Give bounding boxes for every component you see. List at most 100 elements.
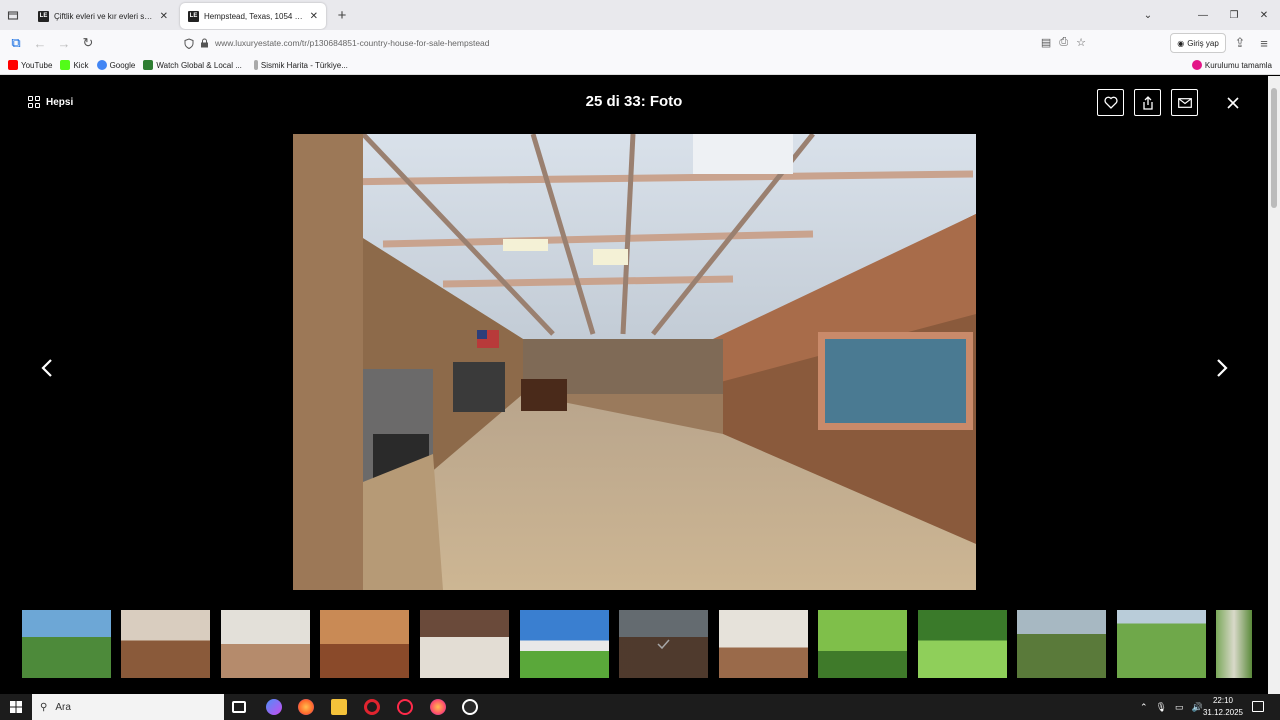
close-tab-icon[interactable]: ✕: [160, 11, 168, 22]
youtube-icon: [8, 60, 18, 70]
bookmark-watch-global[interactable]: Watch Global & Local ...: [143, 60, 242, 70]
opera-icon[interactable]: [364, 699, 380, 715]
bookmark-complete-setup[interactable]: Kurulumu tamamla: [1191, 60, 1272, 70]
file-explorer-icon[interactable]: [331, 699, 347, 715]
google-icon: [96, 60, 107, 70]
main-photo-barn-interior: [293, 134, 976, 590]
minimize-button[interactable]: —: [1188, 0, 1218, 30]
thumbnail[interactable]: [1017, 610, 1106, 678]
reload-button[interactable]: ↻: [76, 31, 100, 55]
photo-viewer: Hepsi 25 di 33: Foto: [0, 76, 1268, 694]
kick-icon: [60, 60, 71, 70]
system-tray: ⌃ 🎙 ▭ 🔊: [1140, 694, 1203, 720]
share-icon: [1142, 95, 1153, 110]
bookmark-kick[interactable]: Kick: [60, 60, 89, 70]
firefox-icon[interactable]: [298, 699, 314, 715]
sign-in-label: Giriş yap: [1187, 38, 1219, 48]
clock-date: 31.12.2025: [1202, 708, 1244, 717]
tab-overflow-chevron-icon[interactable]: ⌄: [1133, 0, 1163, 30]
next-photo-arrow-icon[interactable]: [1211, 356, 1231, 380]
firefox-setup-icon: [1191, 60, 1202, 70]
start-button[interactable]: [0, 694, 32, 720]
notifications-icon[interactable]: [1252, 701, 1264, 712]
search-icon: ⚲: [40, 701, 48, 713]
bookmark-label: Kick: [73, 60, 89, 70]
close-window-button[interactable]: ✕: [1249, 0, 1279, 30]
thumbnail[interactable]: [320, 610, 409, 678]
thumbnail[interactable]: [420, 610, 509, 678]
windows-icon: [10, 701, 22, 713]
favorite-button[interactable]: [1097, 89, 1124, 116]
tab-title: Hempstead, Texas, 1054 m2 sat...: [204, 11, 305, 21]
tray-chevron-icon[interactable]: ⌃: [1140, 702, 1148, 713]
extensions-icon[interactable]: ⇪: [1228, 31, 1252, 55]
bookmark-label: Watch Global & Local ...: [156, 60, 242, 70]
thumbnail[interactable]: [121, 610, 210, 678]
reader-view-icon[interactable]: ▤: [1041, 36, 1051, 49]
tab-farmhouses[interactable]: LE Çiftlik evleri ve kır evleri satılık …: [30, 3, 176, 29]
taskbar-search-input[interactable]: ⚲ Ara: [32, 694, 224, 720]
bookmark-label: Google: [109, 60, 136, 70]
close-viewer-icon[interactable]: [1222, 92, 1244, 114]
task-view-icon[interactable]: [232, 701, 246, 713]
sign-in-button[interactable]: ◉ Giriş yap: [1170, 33, 1226, 53]
tab-title: Çiftlik evleri ve kır evleri satılık A..…: [54, 11, 155, 21]
thumbnail-selected[interactable]: [619, 610, 708, 678]
close-tab-icon[interactable]: ✕: [310, 11, 318, 22]
restore-button[interactable]: ❐: [1219, 0, 1249, 30]
thumbnail[interactable]: [22, 610, 111, 678]
tab-bar: LE Çiftlik evleri ve kır evleri satılık …: [0, 0, 1280, 30]
taskbar: ⚲ Ara: [0, 694, 1280, 720]
copilot-icon[interactable]: [266, 699, 282, 715]
screenshot-icon[interactable]: ⎙: [1059, 36, 1068, 49]
new-tab-button[interactable]: +: [330, 7, 354, 24]
bookmark-youtube[interactable]: YouTube: [8, 60, 52, 70]
forward-button[interactable]: →: [52, 31, 76, 55]
sidebar-toggle-icon[interactable]: ⧉: [4, 31, 28, 55]
microphone-icon[interactable]: 🎙: [1156, 702, 1167, 713]
firefox-alt-icon[interactable]: [430, 699, 446, 715]
tv-icon: [143, 60, 154, 70]
thumbnail[interactable]: [520, 610, 609, 678]
menu-icon[interactable]: ≡: [1252, 31, 1276, 55]
bookmark-label: Sismik Harita - Türkiye...: [260, 60, 348, 70]
bookmark-label: YouTube: [21, 60, 53, 70]
share-button[interactable]: [1134, 89, 1161, 116]
lock-icon[interactable]: [200, 38, 209, 48]
heart-icon: [1103, 96, 1118, 109]
bookmark-google[interactable]: Google: [96, 60, 136, 70]
bookmark-star-icon[interactable]: ☆: [1076, 36, 1086, 49]
seismic-icon: [253, 60, 258, 70]
thumbnail[interactable]: [719, 610, 808, 678]
account-icon: ◉: [1177, 38, 1185, 48]
email-button[interactable]: [1171, 89, 1198, 116]
game-launcher-icon[interactable]: [462, 699, 478, 715]
checkmark-icon: [657, 639, 670, 650]
clock-time: 22:10: [1212, 696, 1234, 705]
bookmarks-bar: YouTube Kick Google Watch Global & Local…: [0, 56, 1280, 75]
network-icon[interactable]: ▭: [1175, 702, 1184, 713]
site-favicon-icon: LE: [38, 10, 49, 22]
tab-list-icon[interactable]: [0, 3, 26, 27]
page-scrollbar[interactable]: [1268, 76, 1280, 694]
thumbnail[interactable]: [221, 610, 310, 678]
scrollbar-thumb[interactable]: [1271, 88, 1277, 208]
thumbnail[interactable]: [1117, 610, 1206, 678]
taskbar-clock[interactable]: 22:10 31.12.2025: [1198, 695, 1248, 719]
thumbnail-strip: [0, 610, 1268, 678]
thumbnail[interactable]: [918, 610, 1007, 678]
bookmark-label: Kurulumu tamamla: [1204, 60, 1272, 70]
bookmark-sismik-harita[interactable]: Sismik Harita - Türkiye...: [253, 60, 348, 70]
opera-gx-icon[interactable]: [397, 699, 413, 715]
photo-counter: 25 di 33: Foto: [585, 93, 683, 110]
site-favicon-icon: LE: [188, 10, 199, 22]
shield-icon[interactable]: [184, 37, 194, 49]
url-text[interactable]: www.luxuryestate.com/tr/p130684851-count…: [215, 38, 490, 48]
thumbnail[interactable]: [818, 610, 907, 678]
envelope-icon: [1177, 97, 1192, 108]
back-button[interactable]: ←: [28, 31, 52, 55]
tab-hempstead[interactable]: LE Hempstead, Texas, 1054 m2 sat... ✕: [180, 3, 326, 29]
address-bar[interactable]: www.luxuryestate.com/tr/p130684851-count…: [176, 33, 1092, 53]
thumbnail[interactable]: [1216, 610, 1252, 678]
previous-photo-arrow-icon[interactable]: [38, 356, 58, 380]
